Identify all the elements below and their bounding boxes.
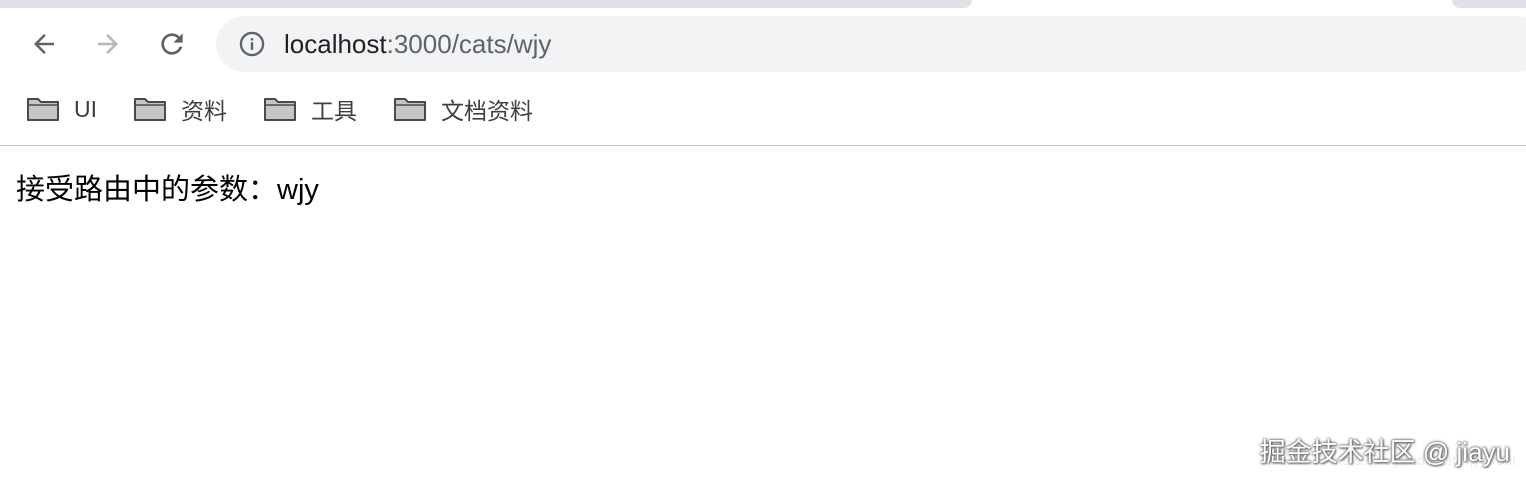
arrow-right-icon	[98, 34, 118, 54]
url-text[interactable]: localhost:3000/cats/wjy	[284, 29, 551, 59]
bookmark-label: 工具	[311, 98, 357, 124]
bookmark-folder-docs[interactable]: 文档资料	[393, 94, 533, 124]
tab-strip	[0, 0, 1526, 8]
url-path: :3000/cats/wjy	[386, 29, 552, 59]
reload-button[interactable]	[152, 24, 192, 64]
browser-toolbar: localhost:3000/cats/wjy	[0, 8, 1526, 80]
back-button[interactable]	[24, 24, 64, 64]
folder-icon	[27, 98, 59, 121]
toolbar-divider	[0, 145, 1526, 146]
bookmark-label: 文档资料	[441, 98, 533, 124]
folder-icon	[264, 98, 296, 121]
url-host: localhost	[284, 29, 387, 59]
page-content-text: 接受路由中的参数：wjy	[16, 174, 319, 206]
bookmarks-bar: UI 资料 工具 文档资料	[0, 80, 1526, 144]
address-bar[interactable]: localhost:3000/cats/wjy	[216, 16, 1526, 72]
bookmark-folder-ui[interactable]: UI	[26, 94, 97, 124]
forward-button[interactable]	[88, 24, 128, 64]
info-circle-icon[interactable]	[238, 30, 266, 58]
reload-icon	[161, 33, 183, 55]
bookmark-label: UI	[74, 95, 97, 122]
tab-inactive-left[interactable]	[0, 0, 972, 8]
folder-icon	[394, 98, 426, 121]
bookmark-folder-materials[interactable]: 资料	[133, 94, 227, 124]
bookmark-label: 资料	[181, 98, 227, 124]
tab-inactive-right[interactable]	[1452, 0, 1526, 8]
bookmark-folder-tools[interactable]: 工具	[263, 94, 357, 124]
arrow-left-icon	[34, 34, 54, 54]
folder-icon	[134, 98, 166, 121]
watermark-text: 掘金技术社区 @ jiayu	[1259, 437, 1510, 467]
